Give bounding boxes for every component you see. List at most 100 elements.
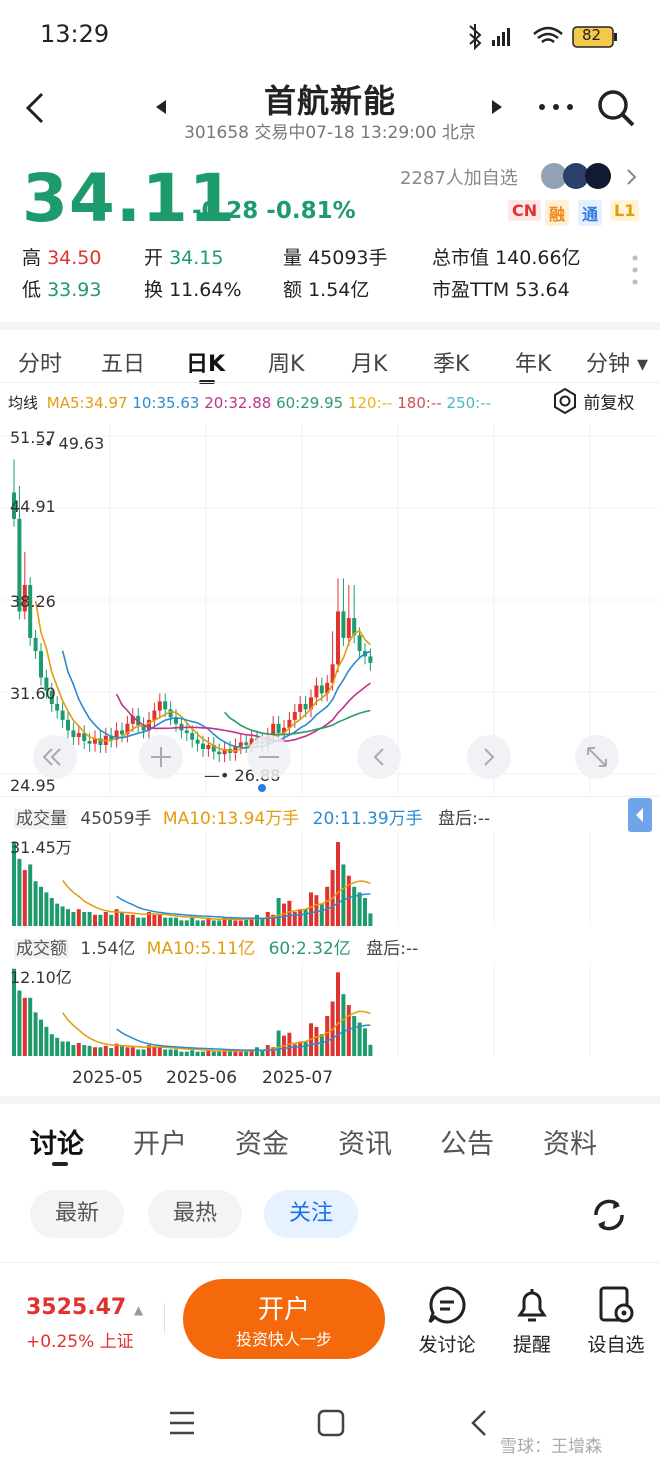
- tab-five-day[interactable]: 五日: [101, 346, 145, 378]
- volume-bar: [184, 1051, 189, 1056]
- volume-bar: [141, 1049, 146, 1056]
- candle-body: [163, 701, 168, 710]
- scroll-left-icon[interactable]: [32, 734, 82, 780]
- tab-quarterly-k[interactable]: 季K: [433, 346, 469, 378]
- date-label-jul: 2025-07: [262, 1068, 334, 1088]
- zoom-out-icon[interactable]: [246, 734, 296, 780]
- volume-bar: [66, 909, 70, 926]
- status-time: 13:29: [40, 20, 110, 48]
- candle-body: [238, 742, 243, 747]
- stock-subtitle: 301658 交易中07-18 13:29:00 北京: [184, 123, 476, 143]
- refresh-icon[interactable]: [588, 1194, 630, 1236]
- volume-bar: [39, 886, 43, 926]
- candle-body: [346, 618, 351, 638]
- tab-news[interactable]: 资讯: [338, 1122, 392, 1161]
- alert-button[interactable]: 提醒: [500, 1285, 564, 1357]
- zoom-in-icon[interactable]: [138, 734, 188, 780]
- tab-minute[interactable]: 分钟 ▾: [586, 346, 648, 378]
- volume-bar: [238, 1051, 243, 1056]
- tab-funds[interactable]: 资金: [235, 1122, 289, 1161]
- price-change: -0.28 -0.81%: [192, 198, 356, 224]
- index-value[interactable]: 3525.47 ▲: [26, 1295, 143, 1320]
- volume-bar: [76, 909, 81, 926]
- volume-bar: [60, 1041, 65, 1056]
- watermark: 雪球：王增森: [500, 1437, 602, 1457]
- tab-weekly-k[interactable]: 周K: [268, 346, 304, 378]
- volume-bar: [201, 1051, 205, 1056]
- add-watchlist-button[interactable]: 设自选: [584, 1285, 648, 1357]
- candle-body: [357, 635, 362, 652]
- volume-bar: [17, 990, 22, 1056]
- stat-amount: 额 1.54亿: [283, 279, 370, 301]
- next-stock-icon[interactable]: [492, 100, 504, 114]
- volume-bar: [292, 1044, 297, 1056]
- tab-open-account[interactable]: 开户: [133, 1122, 187, 1161]
- volume-bar: [298, 1041, 303, 1056]
- tab-monthly-k[interactable]: 月K: [351, 346, 387, 378]
- candle-body: [184, 730, 189, 734]
- volume-bar: [325, 1016, 330, 1056]
- volume-bar: [309, 892, 313, 926]
- volume-bar: [93, 1047, 97, 1056]
- prev-period-icon[interactable]: [356, 734, 406, 780]
- home-icon[interactable]: [316, 1408, 346, 1438]
- tab-yearly-k[interactable]: 年K: [515, 346, 551, 378]
- date-label-may: 2025-05: [72, 1068, 144, 1088]
- stat-turnover: 换 11.64%: [144, 279, 242, 301]
- volume-header: 成交量 45059手 MA10:13.94万手 20:11.39万手 盘后:--: [14, 809, 491, 829]
- candle-body: [368, 656, 373, 663]
- volume-bar: [136, 917, 141, 926]
- amount-chart[interactable]: [0, 962, 660, 1056]
- volume-bar: [103, 912, 108, 926]
- candle-body: [190, 733, 195, 740]
- volume-bar: [319, 1034, 324, 1056]
- bluetooth-icon: [469, 24, 482, 50]
- tab-intraday[interactable]: 分时: [18, 346, 62, 378]
- volume-bar: [163, 1049, 168, 1056]
- post-discussion-button[interactable]: 发讨论: [412, 1285, 482, 1357]
- volume-bar: [195, 1051, 200, 1056]
- panel-toggle[interactable]: [628, 798, 652, 832]
- more-icon[interactable]: [538, 102, 574, 112]
- candle-body: [206, 744, 211, 749]
- follower-avatars[interactable]: [540, 162, 618, 190]
- next-period-icon[interactable]: [466, 734, 516, 780]
- current-marker: [258, 784, 266, 792]
- chevron-right-icon[interactable]: [626, 168, 638, 186]
- volume-bar: [298, 909, 303, 926]
- candle-body: [341, 611, 346, 638]
- menu-icon[interactable]: [168, 1410, 196, 1436]
- volume-bar: [303, 1041, 308, 1056]
- tab-announcements[interactable]: 公告: [440, 1122, 494, 1161]
- adjust-toggle[interactable]: 前复权: [552, 387, 634, 415]
- volume-bar: [341, 994, 346, 1056]
- candlestick-chart[interactable]: [0, 424, 660, 794]
- volume-bar: [363, 1028, 367, 1056]
- volume-bar: [125, 1047, 130, 1056]
- volume-bar: [190, 1050, 195, 1056]
- expand-stats-icon[interactable]: [630, 254, 640, 286]
- tab-daily-k[interactable]: 日K: [186, 346, 225, 378]
- search-icon[interactable]: [596, 88, 636, 128]
- followers-count[interactable]: 2287人加自选: [400, 164, 518, 190]
- watchlist-icon: [599, 1286, 634, 1323]
- filter-hot[interactable]: 最热: [148, 1190, 242, 1238]
- volume-bar: [28, 997, 33, 1056]
- filter-following[interactable]: 关注: [264, 1190, 358, 1238]
- discussion-tab-indicator: [52, 1162, 68, 1166]
- tab-discussion[interactable]: 讨论: [30, 1122, 84, 1161]
- tab-profile[interactable]: 资料: [543, 1122, 597, 1161]
- open-account-button[interactable]: 开户 投资快人一步: [183, 1279, 385, 1359]
- candle-body: [66, 719, 70, 731]
- candle-body: [292, 711, 297, 720]
- volume-bar: [368, 1044, 373, 1056]
- volume-bar: [28, 864, 33, 926]
- kline-tabs: 分时 五日 日K 周K 月K 季K 年K 分钟 ▾: [0, 322, 660, 390]
- volume-bar: [103, 1045, 108, 1056]
- index-change: +0.25% 上证: [26, 1332, 134, 1352]
- filter-latest[interactable]: 最新: [30, 1190, 124, 1238]
- volume-bar: [55, 903, 60, 926]
- nav-back-icon[interactable]: [468, 1408, 490, 1438]
- volume-chart[interactable]: [0, 832, 660, 926]
- fullscreen-icon[interactable]: [574, 734, 624, 780]
